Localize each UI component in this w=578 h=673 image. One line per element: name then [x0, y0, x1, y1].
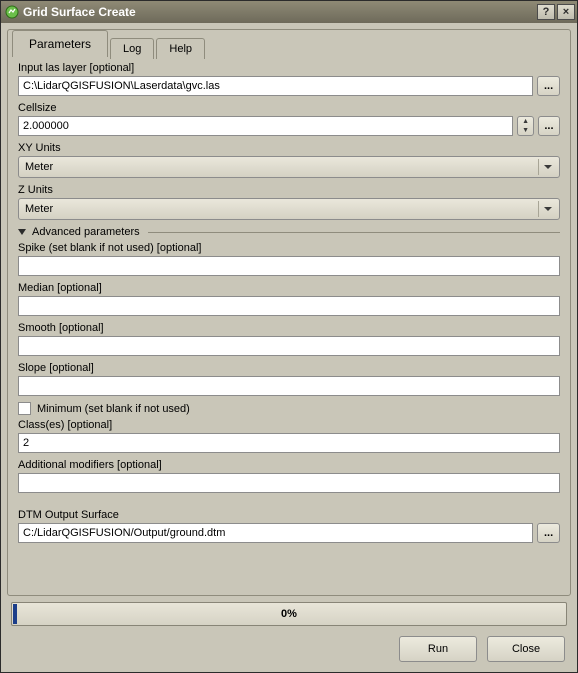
- z-units-label: Z Units: [18, 184, 560, 196]
- cellsize-browse-button[interactable]: ...: [538, 116, 560, 136]
- minimum-checkbox[interactable]: Minimum (set blank if not used): [18, 402, 560, 415]
- tab-frame: Parameters Log Help Input las layer [opt…: [7, 29, 571, 596]
- client-area: Parameters Log Help Input las layer [opt…: [1, 23, 577, 672]
- median-label: Median [optional]: [18, 282, 560, 294]
- checkbox-box-icon: [18, 402, 31, 415]
- input-las-field[interactable]: [18, 76, 533, 96]
- spike-field[interactable]: [18, 256, 560, 276]
- median-field[interactable]: [18, 296, 560, 316]
- divider: [148, 232, 560, 233]
- slope-field[interactable]: [18, 376, 560, 396]
- modifiers-field[interactable]: [18, 473, 560, 493]
- classes-label: Class(es) [optional]: [18, 419, 560, 431]
- chevron-up-icon: ▲: [522, 118, 529, 125]
- progress-bar: 0%: [11, 602, 567, 626]
- close-window-button[interactable]: ×: [557, 4, 575, 20]
- app-icon: [5, 5, 19, 19]
- cellsize-spinner[interactable]: ▲ ▼: [517, 116, 534, 136]
- progress-text: 0%: [281, 608, 297, 620]
- dtm-output-label: DTM Output Surface: [18, 509, 560, 521]
- dialog-window: Grid Surface Create ? × Parameters Log H…: [0, 0, 578, 673]
- modifiers-label: Additional modifiers [optional]: [18, 459, 560, 471]
- z-units-value: Meter: [25, 203, 53, 215]
- input-las-browse-button[interactable]: ...: [537, 76, 560, 96]
- progress-fill: [13, 604, 17, 624]
- spike-label: Spike (set blank if not used) [optional]: [18, 242, 560, 254]
- dialog-bottom: 0% Run Close: [7, 596, 571, 666]
- window-title: Grid Surface Create: [23, 5, 535, 19]
- dtm-output-field[interactable]: [18, 523, 533, 543]
- advanced-parameters-toggle[interactable]: Advanced parameters: [18, 226, 560, 238]
- triangle-down-icon: [18, 229, 26, 235]
- dtm-output-browse-button[interactable]: ...: [537, 523, 560, 543]
- xy-units-label: XY Units: [18, 142, 560, 154]
- xy-units-select[interactable]: Meter: [18, 156, 560, 178]
- chevron-down-icon: [538, 159, 557, 175]
- z-units-select[interactable]: Meter: [18, 198, 560, 220]
- tab-parameters[interactable]: Parameters: [12, 30, 108, 57]
- tab-help[interactable]: Help: [156, 38, 205, 59]
- parameters-form: Input las layer [optional] ... Cellsize …: [18, 58, 560, 585]
- xy-units-value: Meter: [25, 161, 53, 173]
- slope-label: Slope [optional]: [18, 362, 560, 374]
- smooth-field[interactable]: [18, 336, 560, 356]
- tab-row: Parameters Log Help: [12, 28, 207, 56]
- smooth-label: Smooth [optional]: [18, 322, 560, 334]
- chevron-down-icon: [538, 201, 557, 217]
- run-button[interactable]: Run: [399, 636, 477, 662]
- close-button[interactable]: Close: [487, 636, 565, 662]
- titlebar: Grid Surface Create ? ×: [1, 1, 577, 23]
- classes-field[interactable]: [18, 433, 560, 453]
- cellsize-field[interactable]: [18, 116, 513, 136]
- input-las-label: Input las layer [optional]: [18, 62, 560, 74]
- cellsize-label: Cellsize: [18, 102, 560, 114]
- advanced-parameters-label: Advanced parameters: [32, 226, 140, 238]
- button-row: Run Close: [11, 636, 567, 666]
- tab-log[interactable]: Log: [110, 38, 154, 59]
- chevron-down-icon: ▼: [522, 127, 529, 134]
- help-button[interactable]: ?: [537, 4, 555, 20]
- minimum-label: Minimum (set blank if not used): [37, 403, 190, 415]
